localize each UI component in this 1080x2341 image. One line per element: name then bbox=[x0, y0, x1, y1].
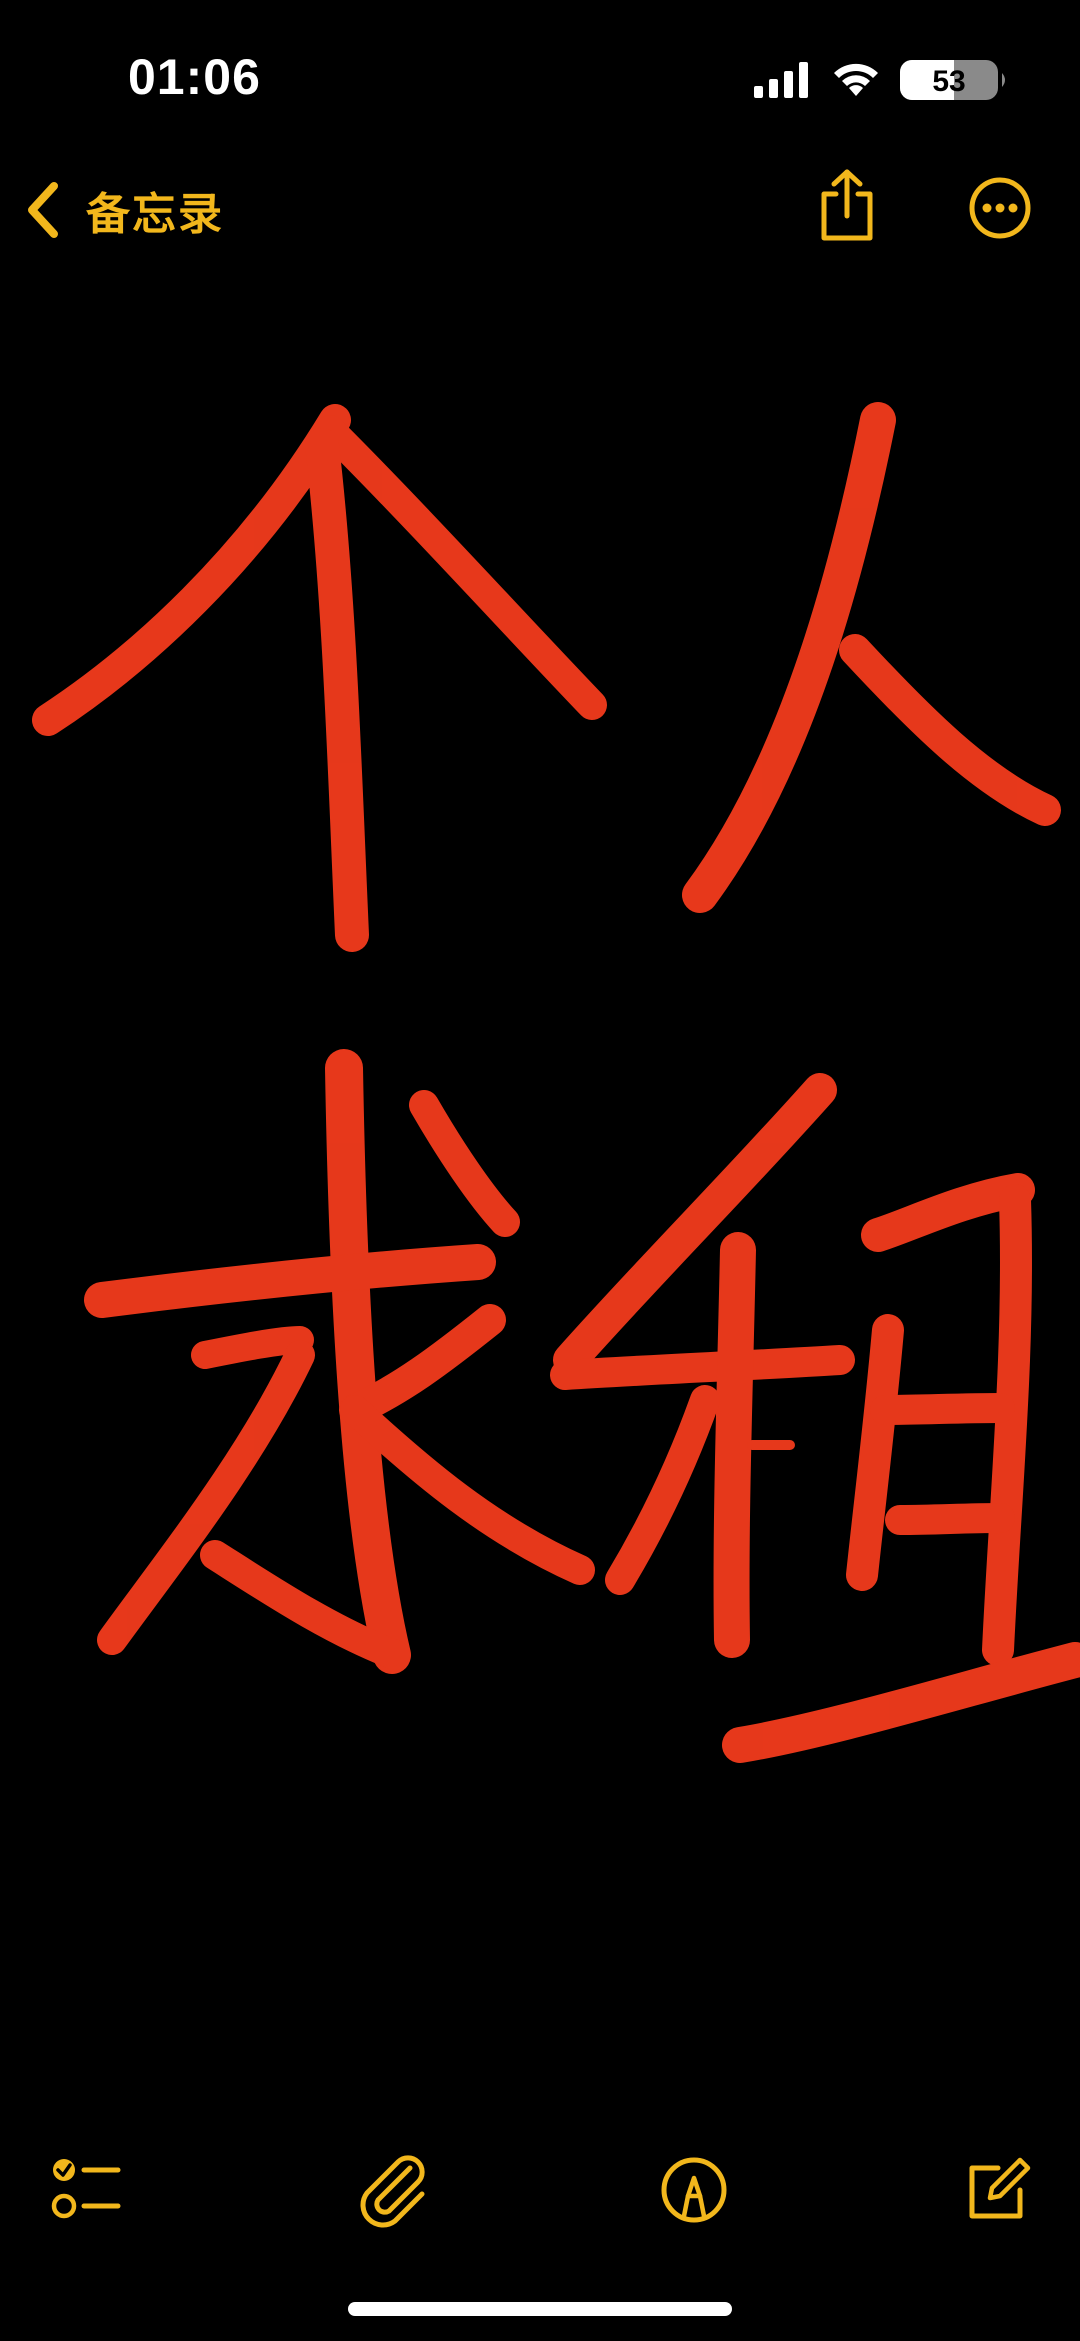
paperclip-icon bbox=[360, 2155, 425, 2228]
chevron-left-icon bbox=[28, 182, 58, 238]
nav-bar: 备忘录 bbox=[0, 150, 1080, 270]
share-icon bbox=[821, 169, 873, 241]
back-label: 备忘录 bbox=[86, 190, 224, 239]
status-bar: 01:06 53 bbox=[0, 0, 1080, 150]
more-button[interactable] bbox=[968, 176, 1032, 240]
pen-tip-circle-icon bbox=[661, 2157, 727, 2223]
handwriting-drawing bbox=[32, 402, 1080, 1763]
character-ren bbox=[682, 402, 1061, 913]
compose-icon bbox=[969, 2157, 1031, 2219]
checklist-icon bbox=[51, 2159, 121, 2219]
character-qiu bbox=[84, 1049, 595, 1674]
battery-icon: 53 bbox=[900, 60, 1005, 100]
ellipsis-circle-icon bbox=[969, 177, 1031, 239]
share-button[interactable] bbox=[816, 168, 878, 244]
attachment-button[interactable] bbox=[352, 2150, 432, 2230]
checklist-button[interactable] bbox=[46, 2150, 126, 2230]
battery-level: 53 bbox=[932, 65, 965, 98]
markup-button[interactable] bbox=[654, 2150, 734, 2230]
wifi-icon bbox=[834, 63, 878, 96]
status-time: 01:06 bbox=[128, 49, 261, 105]
drawing-canvas[interactable] bbox=[0, 270, 1080, 2100]
home-indicator[interactable] bbox=[348, 2302, 732, 2316]
cellular-signal-icon bbox=[754, 62, 808, 98]
bottom-toolbar bbox=[0, 2130, 1080, 2250]
character-zu bbox=[550, 1073, 1080, 1763]
character-ge bbox=[32, 404, 607, 952]
compose-button[interactable] bbox=[958, 2150, 1038, 2230]
back-button[interactable]: 备忘录 bbox=[24, 178, 224, 242]
